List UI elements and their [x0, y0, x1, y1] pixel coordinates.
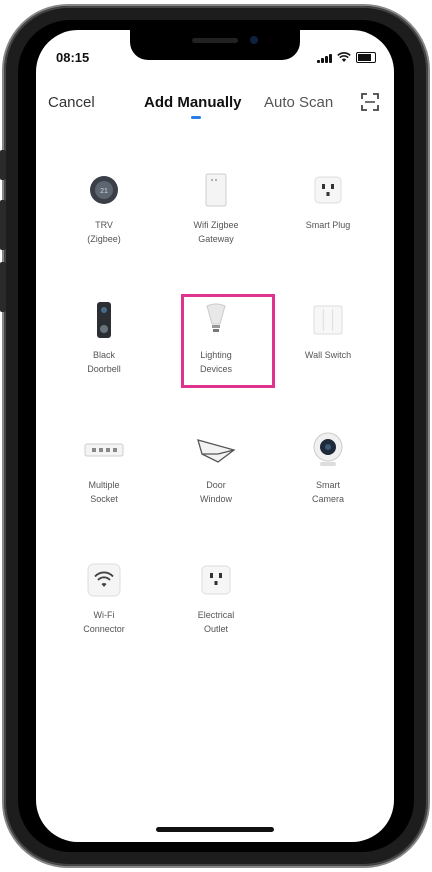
wifi-icon — [87, 563, 121, 597]
device-label: Door Window — [199, 480, 232, 504]
device-label: Smart Camera — [311, 480, 344, 504]
device-door-window[interactable]: Door Window — [160, 430, 272, 550]
svg-text:21: 21 — [100, 188, 108, 195]
status-icons — [317, 52, 376, 63]
volume-up-button — [0, 200, 6, 250]
device-wall-switch[interactable]: Wall Switch — [272, 300, 384, 420]
device-smart-plug[interactable]: Smart Plug — [272, 170, 384, 290]
device-label: Multiple Socket — [88, 480, 120, 504]
gateway-icon — [205, 173, 227, 207]
outlet-icon — [201, 565, 231, 595]
device-wifi-connector[interactable]: Wi-Fi Connector — [48, 560, 160, 680]
device-trv[interactable]: 21 TRV (Zigbee) — [48, 170, 160, 290]
home-indicator[interactable] — [156, 827, 274, 832]
active-tab-indicator — [191, 116, 201, 119]
device-label: Wall Switch — [304, 350, 352, 360]
power-strip-icon — [84, 443, 124, 457]
device-smart-camera[interactable]: Smart Camera — [272, 430, 384, 550]
device-label: TRV (Zigbee) — [87, 220, 121, 244]
status-bar: 08:15 — [36, 50, 394, 70]
scan-qr-icon[interactable] — [360, 92, 380, 112]
speaker — [192, 38, 238, 43]
device-wifi-zigbee-gateway[interactable]: Wifi Zigbee Gateway — [160, 170, 272, 290]
device-black-doorbell[interactable]: Black Doorbell — [48, 300, 160, 420]
thermostat-icon: 21 — [90, 176, 118, 204]
tab-add-manually[interactable]: Add Manually — [144, 94, 242, 111]
doorbell-icon — [97, 302, 111, 338]
screen: 08:15 Cancel Add Manually Auto Scan 21 T… — [36, 30, 394, 842]
wifi-status-icon — [337, 52, 351, 62]
device-electrical-outlet[interactable]: Electrical Outlet — [160, 560, 272, 680]
signal-icon — [317, 53, 332, 63]
wall-switch-icon — [313, 305, 343, 335]
volume-down-button — [0, 262, 6, 312]
top-navigation: Cancel Add Manually Auto Scan — [36, 88, 394, 124]
plug-icon — [314, 176, 342, 204]
camera-icon — [313, 432, 343, 466]
device-multiple-socket[interactable]: Multiple Socket — [48, 430, 160, 550]
device-label: Electrical Outlet — [197, 610, 235, 634]
highlight-box — [181, 294, 275, 388]
battery-icon — [356, 52, 376, 63]
device-label: Wi-Fi Connector — [83, 610, 125, 634]
front-camera — [250, 36, 258, 44]
mute-switch — [0, 150, 6, 180]
tab-auto-scan[interactable]: Auto Scan — [264, 94, 333, 111]
status-time: 08:15 — [56, 50, 90, 65]
door-window-sensor-icon — [197, 439, 236, 463]
device-label: Black Doorbell — [87, 350, 121, 374]
cancel-button[interactable]: Cancel — [48, 94, 95, 111]
device-label: Wifi Zigbee Gateway — [193, 220, 239, 244]
device-label: Smart Plug — [305, 220, 351, 230]
